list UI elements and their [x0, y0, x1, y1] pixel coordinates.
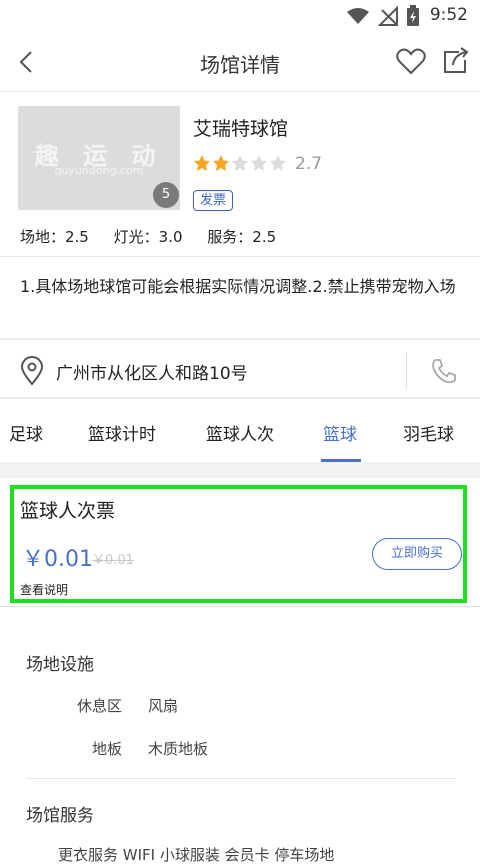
status-time: 9:52 [429, 5, 468, 25]
star-5-icon [270, 155, 286, 171]
sport-tabs: 足球 篮球计时 篮球人次 篮球 羽毛球 [0, 400, 480, 462]
venue-thumbnail[interactable]: 趣 运 动 quyundong.com 5 [18, 106, 180, 210]
tab-football[interactable]: 足球 [9, 420, 43, 445]
star-rating [194, 155, 286, 171]
light-score: 灯光：3.0 [113, 228, 183, 246]
divider [0, 338, 480, 340]
rating-value: 2.7 [295, 154, 323, 174]
phone-icon[interactable] [430, 357, 458, 385]
battery-icon [407, 5, 419, 26]
ticket-card: 篮球人次票 ￥0.01 ￥0.01 立即购买 查看说明 [10, 485, 467, 603]
section-gap [0, 462, 480, 478]
heart-icon[interactable] [396, 48, 426, 76]
services-title: 场馆服务 [26, 806, 94, 826]
star-4-icon [251, 155, 267, 171]
service-score: 服务：2.5 [207, 228, 277, 246]
buy-now-button[interactable]: 立即购买 [372, 538, 462, 570]
invoice-badge: 发票 [193, 190, 233, 211]
facility-label: 休息区 [76, 697, 122, 715]
venue-name: 艾瑞特球馆 [193, 118, 289, 140]
facility-value: 风扇 [148, 697, 179, 715]
star-2-icon [213, 155, 229, 171]
location-pin-icon [20, 356, 44, 386]
thumbnail-logo-subtext: quyundong.com [54, 164, 144, 177]
view-explanation-link[interactable]: 查看说明 [20, 581, 68, 598]
tab-basketball-timed[interactable]: 篮球计时 [88, 420, 156, 445]
star-1-icon [194, 155, 210, 171]
star-3-icon [232, 155, 248, 171]
venue-scores: 场地：2.5 灯光：3.0 服务：2.5 [20, 226, 296, 247]
divider [26, 778, 456, 779]
divider [0, 397, 480, 399]
divider [0, 606, 480, 607]
venue-notice: 1.具体场地球馆可能会根据实际情况调整.2.禁止携带宠物入场 [20, 277, 456, 296]
tab-basketball-per-person[interactable]: 篮球人次 [206, 420, 274, 445]
tab-badminton[interactable]: 羽毛球 [403, 420, 454, 445]
services-list: 更衣服务 WIFI 小球服装 会员卡 停车场地 [58, 846, 335, 864]
divider [406, 352, 407, 389]
status-bar: 9:52 [0, 0, 480, 32]
facility-label: 地板 [91, 740, 122, 758]
share-icon[interactable] [441, 46, 471, 76]
facilities-title: 场地设施 [26, 655, 94, 675]
venue-address[interactable]: 广州市从化区人和路10号 [56, 359, 248, 384]
photo-count-badge: 5 [153, 182, 179, 208]
facility-value: 木质地板 [148, 740, 209, 758]
ticket-name: 篮球人次票 [20, 500, 116, 522]
ticket-original-price: ￥0.01 [92, 553, 134, 568]
field-score: 场地：2.5 [20, 228, 89, 246]
ticket-price: ￥0.01 [22, 547, 93, 572]
wifi-icon [347, 8, 369, 24]
title-bar: 场馆详情 [0, 32, 480, 92]
tab-basketball[interactable]: 篮球 [323, 420, 357, 445]
divider [0, 256, 480, 257]
no-signal-icon [378, 6, 398, 26]
